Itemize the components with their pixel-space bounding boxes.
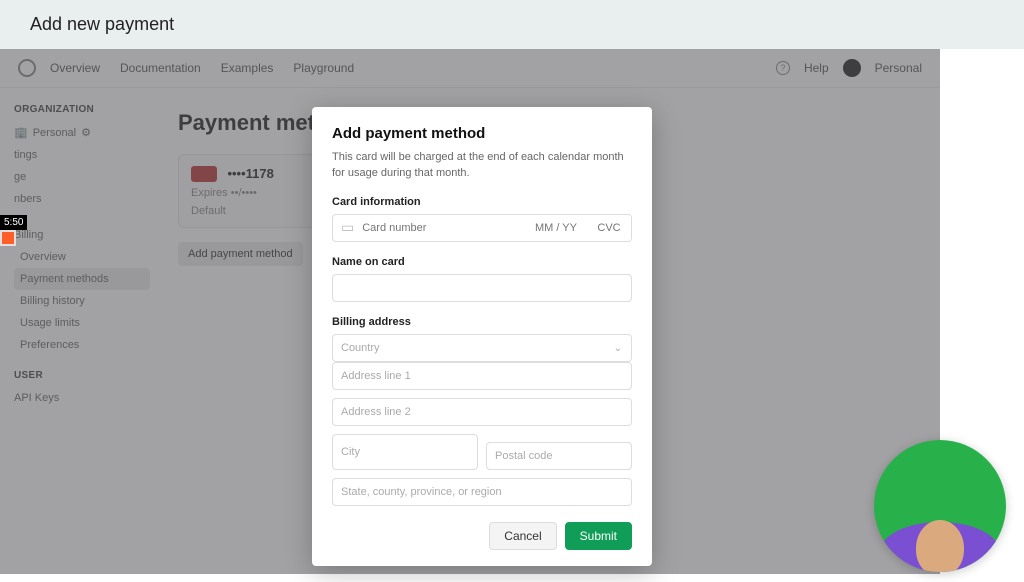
recording-stop-icon[interactable]: [0, 230, 16, 246]
card-cvc-input[interactable]: [587, 215, 631, 241]
modal-title: Add payment method: [332, 125, 632, 142]
cancel-button[interactable]: Cancel: [489, 522, 556, 550]
card-info-label: Card information: [332, 196, 632, 208]
address-line-1-input[interactable]: [332, 362, 632, 390]
card-number-input[interactable]: [354, 215, 525, 241]
name-on-card-input[interactable]: [332, 274, 632, 302]
credit-card-icon: ▭: [333, 215, 354, 241]
page-banner-title: Add new payment: [0, 0, 1024, 49]
state-region-input[interactable]: [332, 478, 632, 506]
submit-button[interactable]: Submit: [565, 522, 632, 550]
presenter-head: [916, 520, 964, 572]
modal-description: This card will be charged at the end of …: [332, 150, 632, 182]
city-input[interactable]: [332, 434, 478, 470]
billing-address-label: Billing address: [332, 316, 632, 328]
app-window: Overview Documentation Examples Playgrou…: [0, 49, 940, 574]
presenter-webcam: [874, 440, 1006, 572]
card-expiry-input[interactable]: [525, 215, 587, 241]
card-input-row: ▭: [332, 214, 632, 242]
postal-code-input[interactable]: [486, 442, 632, 470]
recording-timer: 5:50: [0, 215, 27, 230]
recording-timer-widget: 5:50: [0, 215, 27, 246]
country-select[interactable]: [332, 334, 632, 362]
add-payment-modal: Add payment method This card will be cha…: [312, 107, 652, 566]
address-line-2-input[interactable]: [332, 398, 632, 426]
name-on-card-label: Name on card: [332, 256, 632, 268]
